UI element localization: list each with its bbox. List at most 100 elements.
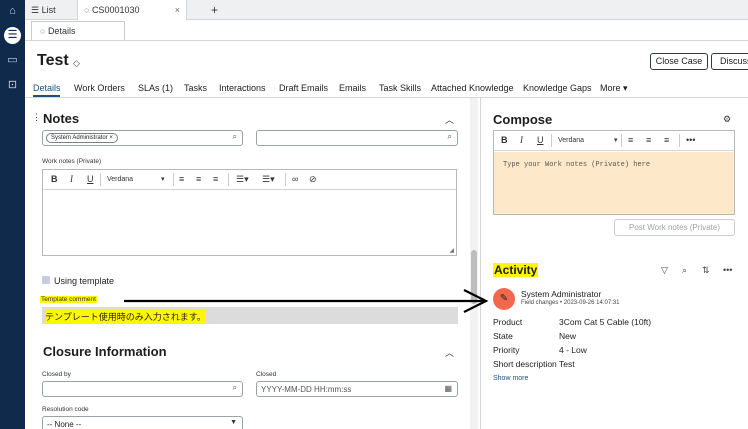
activity-field-value: 3Com Cat 5 Cable (10ft) (559, 317, 652, 327)
search-icon[interactable]: ⌕ (448, 132, 452, 142)
watch-list-pill: System Administrator × (46, 133, 118, 143)
list-icon: ☰ (31, 5, 42, 15)
tab-interactions[interactable]: Interactions (219, 83, 266, 93)
align-right-icon[interactable]: ≡ (664, 135, 669, 145)
link-icon[interactable]: ∞ (292, 174, 298, 184)
resolution-code-select[interactable]: -- None -- ▼ (42, 416, 243, 429)
tab-work-orders[interactable]: Work Orders (74, 83, 125, 93)
tab-more[interactable]: More ▾ (600, 83, 628, 94)
post-work-notes-button[interactable]: Post Work notes (Private) (614, 219, 735, 236)
tab-task-skills[interactable]: Task Skills (379, 83, 421, 93)
bold-icon[interactable]: B (51, 174, 58, 184)
inbox-icon[interactable]: ▭ (4, 52, 21, 69)
italic-icon[interactable]: I (520, 135, 523, 145)
show-more-link[interactable]: Show more (493, 375, 528, 382)
notes-heading: Notes (43, 111, 80, 126)
dot-icon: ○ (40, 26, 48, 36)
app-rail: ⌂ ☰ ▭ ⊡ (0, 0, 25, 429)
tab-tasks[interactable]: Tasks (184, 83, 207, 93)
work-notes-editor[interactable]: B I U Verdana ▾ ≡ ≡ ≡ ☰▾ ☰▾ ∞ ⊘ ◢ (42, 169, 457, 256)
search-icon[interactable]: ⌕ (233, 132, 237, 142)
list-menu-icon[interactable]: ☰ (4, 27, 21, 44)
tab-details[interactable]: Details (33, 83, 61, 93)
workspace-tabbar: ☰ List ○ CS0001030 × + (25, 0, 748, 20)
toolbar-separator (621, 134, 622, 147)
collapse-closure-icon[interactable]: ︿ (445, 346, 454, 359)
close-case-button[interactable]: Close Case (650, 53, 708, 70)
tag-icon[interactable]: ◇ (73, 58, 80, 69)
tab-list[interactable]: ☰ List (25, 0, 77, 20)
closed-by-field[interactable]: ⌕ (42, 381, 243, 397)
caret-down-icon: ▾ (614, 137, 618, 144)
using-template-label: Using template (54, 276, 115, 286)
bullet-list-icon[interactable]: ☰▾ (236, 174, 249, 185)
tab-knowledge-gaps[interactable]: Knowledge Gaps (523, 83, 592, 93)
more-options-icon[interactable]: ••• (686, 135, 695, 145)
tab-list-label: List (41, 5, 56, 15)
toolbar-separator (285, 173, 286, 186)
watch-list-field[interactable]: System Administrator × ⌕ (42, 130, 243, 146)
bold-icon[interactable]: B (501, 135, 508, 145)
numbered-list-icon[interactable]: ☰▾ (262, 174, 275, 185)
align-center-icon[interactable]: ≡ (646, 135, 651, 145)
settings-icon[interactable]: ⚙ (723, 114, 731, 125)
resize-handle-icon[interactable]: ◢ (449, 247, 454, 254)
tab-attached-knowledge[interactable]: Attached Knowledge (431, 83, 514, 93)
sort-icon[interactable]: ⇅ (702, 265, 710, 276)
closed-date-field[interactable]: YYYY-MM-DD HH:mm:ss ▦ (256, 381, 458, 397)
activity-field-key: Product (493, 317, 523, 327)
subtab-divider (25, 40, 748, 41)
tab-draft-emails[interactable]: Draft Emails (279, 83, 328, 93)
search-icon[interactable]: ⌕ (682, 265, 687, 276)
activity-field-value: New (559, 331, 577, 341)
compose-heading: Compose (493, 112, 553, 127)
tab-record[interactable]: ○ CS0001030 × (77, 0, 187, 20)
add-tab-icon[interactable]: + (205, 0, 219, 20)
tab-slas[interactable]: SLAs (1) (138, 83, 173, 93)
calendar-icon[interactable]: ▦ (444, 384, 452, 393)
toolbar-separator (551, 134, 552, 147)
pill-label: System Administrator (51, 135, 108, 141)
underline-icon[interactable]: U (87, 174, 94, 184)
tab-more-label: More (600, 83, 621, 93)
pane-divider[interactable] (480, 98, 481, 429)
template-comment-label: Template comment (40, 296, 97, 303)
font-select[interactable]: Verdana ▾ (107, 175, 165, 183)
discuss-button[interactable]: Discuss (711, 53, 748, 70)
font-select-label: Verdana (558, 137, 585, 144)
close-tab-icon[interactable]: × (175, 0, 180, 20)
subtab-details-label: Details (47, 26, 76, 36)
compose-body[interactable]: Type your Work notes (Private) here (494, 152, 734, 214)
home-icon[interactable]: ⌂ (4, 3, 21, 20)
font-select[interactable]: Verdana ▾ (558, 136, 618, 144)
closed-by-label: Closed by (42, 371, 71, 378)
activity-heading: Activity (493, 263, 539, 277)
collapse-notes-icon[interactable]: ︿ (445, 113, 454, 126)
remove-pill-icon[interactable]: × (109, 135, 113, 141)
details-pane (25, 98, 480, 429)
activity-field-key: Short description (493, 359, 557, 369)
org-chart-icon[interactable]: ⊡ (4, 77, 21, 94)
more-options-icon[interactable]: ••• (723, 265, 732, 275)
search-icon[interactable]: ⌕ (233, 383, 237, 393)
tab-emails[interactable]: Emails (339, 83, 366, 93)
align-center-icon[interactable]: ≡ (196, 174, 201, 184)
subtab-details[interactable]: ○ Details (31, 21, 125, 40)
underline-icon[interactable]: U (537, 135, 544, 145)
filter-icon[interactable]: ▽ (661, 265, 668, 276)
record-dot-icon: ○ (84, 5, 92, 15)
align-left-icon[interactable]: ≡ (628, 135, 633, 145)
align-right-icon[interactable]: ≡ (213, 174, 218, 184)
caret-down-icon: ▾ (161, 176, 165, 183)
caret-down-icon: ▾ (623, 83, 628, 93)
work-notes-list-field[interactable]: ⌕ (256, 130, 458, 146)
toolbar-separator (173, 173, 174, 186)
align-left-icon[interactable]: ≡ (179, 174, 184, 184)
compose-editor[interactable]: B I U Verdana ▾ ≡ ≡ ≡ ••• Type your Work… (493, 130, 735, 215)
kebab-menu-icon[interactable]: ⋮ (32, 112, 41, 123)
italic-icon[interactable]: I (70, 174, 73, 184)
closed-date-placeholder: YYYY-MM-DD HH:mm:ss (261, 385, 352, 394)
unlink-icon[interactable]: ⊘ (309, 174, 317, 185)
activity-field-key: Priority (493, 345, 520, 355)
using-template-checkbox[interactable] (42, 276, 50, 284)
